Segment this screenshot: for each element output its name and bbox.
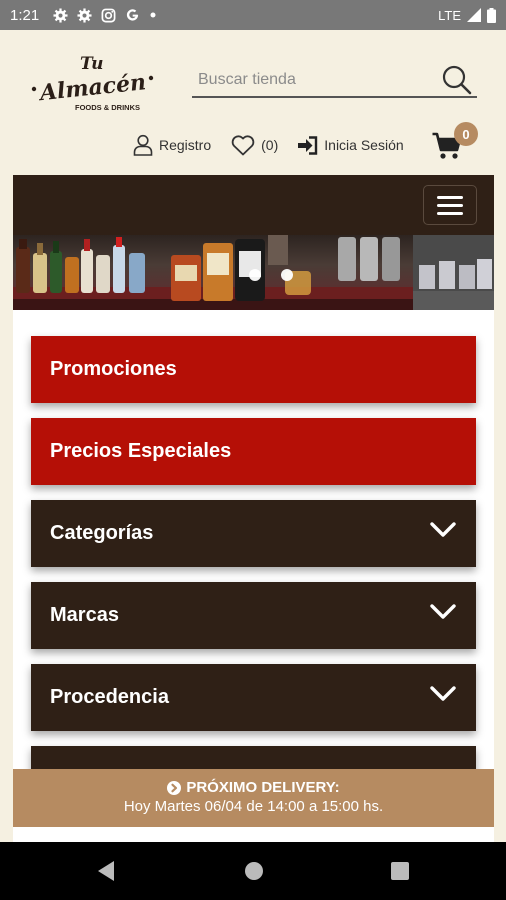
dot-icon: [150, 12, 156, 18]
menu-item-label: Promociones: [50, 358, 177, 380]
system-nav-bar: [0, 842, 506, 900]
logo-line2: Almacén: [37, 69, 147, 106]
menu-item-label: Precios Especiales: [50, 440, 232, 462]
status-time: 1:21: [10, 6, 40, 24]
menu-item-label: Procedencia: [50, 686, 169, 708]
signal-icon: [467, 8, 481, 22]
menu-item-procedencia[interactable]: Procedencia: [31, 664, 476, 731]
user-icon: [133, 134, 153, 156]
carousel-dot[interactable]: [281, 269, 293, 281]
user-actions: Registro (0) Inicia Sesión: [133, 132, 404, 158]
sign-in-icon: [298, 135, 318, 155]
gear-icon: [77, 7, 92, 23]
banner-carousel[interactable]: [13, 235, 494, 310]
status-bar: 1:21 LTE: [0, 0, 506, 30]
app-content: Tu Almacén FOODS & DRINKS Registro (0) I…: [0, 30, 506, 842]
chevron-down-icon: [430, 604, 456, 619]
logo-mark: Tu Almacén FOODS & DRINKS: [31, 54, 154, 112]
logo-tagline: FOODS & DRINKS: [75, 103, 140, 112]
chevron-down-icon: [430, 522, 456, 537]
register-link[interactable]: Registro: [133, 134, 211, 156]
carousel-dot[interactable]: [249, 269, 261, 281]
gear-icon: [53, 7, 68, 23]
wishlist-count: (0): [261, 137, 279, 153]
search-bar: [192, 64, 477, 98]
recents-icon[interactable]: [390, 860, 410, 882]
logo-line1: Tu: [80, 54, 103, 74]
menu-item-marcas[interactable]: Marcas: [31, 582, 476, 649]
search-input[interactable]: [192, 71, 432, 89]
register-label: Registro: [159, 137, 212, 153]
home-icon[interactable]: [244, 860, 264, 882]
instagram-icon: [101, 8, 116, 22]
cart-button[interactable]: 0: [432, 122, 480, 162]
main-nav-bar: [13, 175, 494, 235]
heart-icon: [231, 134, 255, 155]
hamburger-line: [437, 211, 463, 215]
battery-icon: [487, 7, 496, 23]
menu-item-precios-especiales[interactable]: Precios Especiales: [31, 418, 476, 485]
hamburger-line: [437, 203, 463, 207]
store-logo[interactable]: Tu Almacén FOODS & DRINKS: [30, 52, 155, 114]
hamburger-line: [437, 195, 463, 199]
google-icon: [127, 8, 139, 21]
delivery-banner: PRÓXIMO DELIVERY: Hoy Martes 06/04 de 14…: [13, 769, 494, 827]
arrow-circle-right-icon: [167, 780, 182, 795]
chevron-down-icon: [430, 686, 456, 701]
back-icon[interactable]: [96, 860, 116, 882]
login-link[interactable]: Inicia Sesión: [297, 135, 404, 155]
network-label: LTE: [438, 7, 461, 23]
menu-item-promociones[interactable]: Promociones: [31, 336, 476, 403]
menu-item-label: Marcas: [50, 604, 119, 626]
hamburger-menu-button[interactable]: [423, 185, 477, 225]
delivery-detail: Hoy Martes 06/04 de 14:00 a 15:00 hs.: [123, 798, 384, 815]
cart-count-badge: 0: [454, 122, 478, 146]
delivery-title: PRÓXIMO DELIVERY:: [186, 779, 340, 796]
search-icon[interactable]: [441, 64, 473, 101]
login-label: Inicia Sesión: [324, 137, 404, 153]
menu-item-categorias[interactable]: Categorías: [31, 500, 476, 567]
wishlist-link[interactable]: (0): [231, 134, 279, 156]
menu-item-label: Categorías: [50, 522, 154, 544]
